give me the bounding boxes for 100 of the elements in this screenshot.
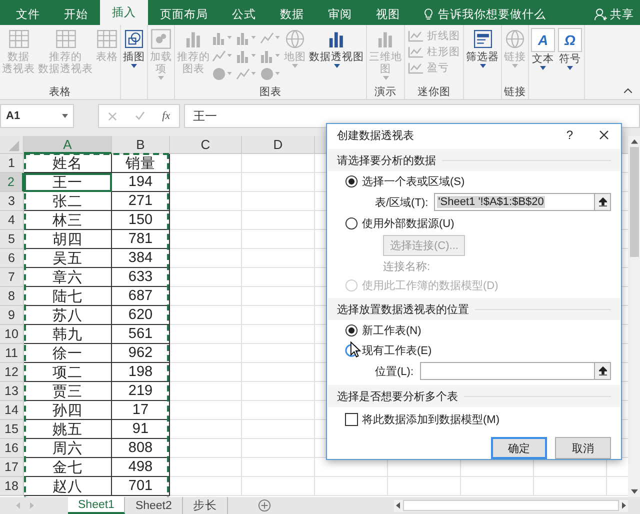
horizontal-scrollbar[interactable] [394,500,628,512]
row-header[interactable]: 9 [0,306,24,325]
table-cell: 17 [112,401,170,420]
row-header[interactable]: 18 [0,477,24,496]
radio-option[interactable]: 选择一个表或区域(S) [337,171,465,191]
ribbon-tab[interactable]: 视图 [364,3,412,25]
ribbon-button[interactable]: 数据透视图 [308,27,365,69]
select-all-icon[interactable] [0,136,24,154]
down-arrow-icon[interactable] [630,489,638,494]
input-field[interactable]: 'Sheet1 '!$A$1:$B$20 [434,193,595,211]
collapse-ribbon-icon[interactable] [624,88,632,93]
row-header[interactable]: 10 [0,325,24,344]
check-icon[interactable] [134,111,144,121]
bar-chart-icon [236,30,250,44]
right-arrow-icon[interactable] [622,502,626,509]
empty-cell [170,344,242,363]
row-header[interactable]: 17 [0,458,24,477]
dialog-button[interactable]: 取消 [555,437,611,459]
name-box[interactable]: A1 [0,104,74,128]
ribbon-tab[interactable]: 数据 [268,3,316,25]
caret-icon [382,76,388,80]
row-header[interactable]: 3 [0,192,24,211]
collapse-dialog-button[interactable] [595,193,611,211]
ribbon-tab[interactable]: 插入 [100,0,148,25]
caret-icon [275,36,280,39]
sparkline-icon [408,46,424,58]
row-header[interactable]: 12 [0,363,24,382]
row-header[interactable]: 13 [0,382,24,401]
sparkline-icon [408,30,424,42]
row-header[interactable]: 8 [0,287,24,306]
row-header[interactable]: 14 [0,401,24,420]
row-header[interactable]: 1 [0,154,24,173]
table-cell: 姓名 [24,154,112,173]
share-button[interactable]: 共享 [594,3,634,25]
row-header[interactable]: 4 [0,211,24,230]
line-chart-icon [236,66,250,80]
ribbon-tab[interactable]: 页面布局 [148,3,220,25]
column-header[interactable]: B [112,136,170,154]
radio-button[interactable] [345,216,358,230]
ribbon-tab[interactable]: 公式 [220,3,268,25]
column-header[interactable]: A [24,136,112,154]
close-icon[interactable] [599,130,609,140]
table-cell: 姚五 [24,420,112,439]
row-header[interactable]: 2 [0,173,24,192]
radio-option[interactable]: 新工作表(N) [337,320,422,340]
dialog-title: 创建数据透视表 [337,128,415,142]
row-header[interactable]: 16 [0,439,24,458]
collapse-dialog-button[interactable] [595,362,611,380]
empty-cell [170,230,242,249]
vertical-scrollbar[interactable] [628,136,640,497]
empty-cell [170,420,242,439]
ribbon-tab[interactable]: 审阅 [316,3,364,25]
empty-cell [170,363,242,382]
dialog-button[interactable]: 确定 [491,437,547,459]
section-heading: 请选择要分析的数据 [337,154,436,168]
empty-cell [170,173,242,192]
row-header[interactable]: 11 [0,344,24,363]
row-header[interactable]: 15 [0,420,24,439]
ribbon-tab[interactable]: 文件 [4,3,52,25]
add-sheet-icon[interactable] [258,499,271,512]
table-cell: 198 [112,363,170,382]
ribbon-button[interactable]: 筛选器 [465,27,500,69]
input-field[interactable] [420,362,595,380]
cancel-icon[interactable] [108,112,117,120]
left-arrow-icon[interactable] [396,502,400,509]
up-arrow-icon[interactable] [630,139,638,144]
checkbox[interactable] [345,412,358,426]
letter-icon: Ω [558,28,582,52]
bar-chart-icon [236,48,250,62]
table-cell: 章六 [24,268,112,287]
sheet-tab[interactable]: 步长 [182,497,228,514]
sheet-tab[interactable]: Sheet1 [68,497,126,514]
row-header[interactable]: 6 [0,249,24,268]
column-header[interactable]: C [170,136,242,154]
table-cell: 219 [112,382,170,401]
lightbulb-icon [424,8,433,20]
caret-icon [512,64,518,68]
tell-me-search[interactable]: 告诉我你想要做什么 [424,3,546,25]
table-cell: 498 [112,458,170,477]
row-header[interactable]: 7 [0,268,24,287]
radio-button[interactable] [345,174,358,188]
empty-cell [170,439,242,458]
insert-function-button[interactable]: fx [162,110,170,122]
ribbon-tab[interactable]: 开始 [52,3,100,25]
ribbon-button[interactable]: 插图 [122,27,146,69]
scroll-thumb[interactable] [630,147,638,257]
help-button[interactable]: ? [566,128,573,142]
column-header[interactable]: D [242,136,315,154]
caret-icon [131,64,137,68]
ribbon-button[interactable]: Ω 符号 [557,27,583,71]
radio-option[interactable]: 使用外部数据源(U) [337,213,454,233]
table-cell: 陆七 [24,287,112,306]
ribbon-button[interactable]: A 文本 [530,27,556,71]
table-cell: 271 [112,192,170,211]
sheet-tab[interactable]: Sheet2 [125,497,183,514]
line-chart-icon [260,30,274,44]
row-header[interactable]: 5 [0,230,24,249]
radio-button[interactable] [345,324,358,336]
table-icon [96,28,118,50]
bar-chart-icon [212,30,226,44]
